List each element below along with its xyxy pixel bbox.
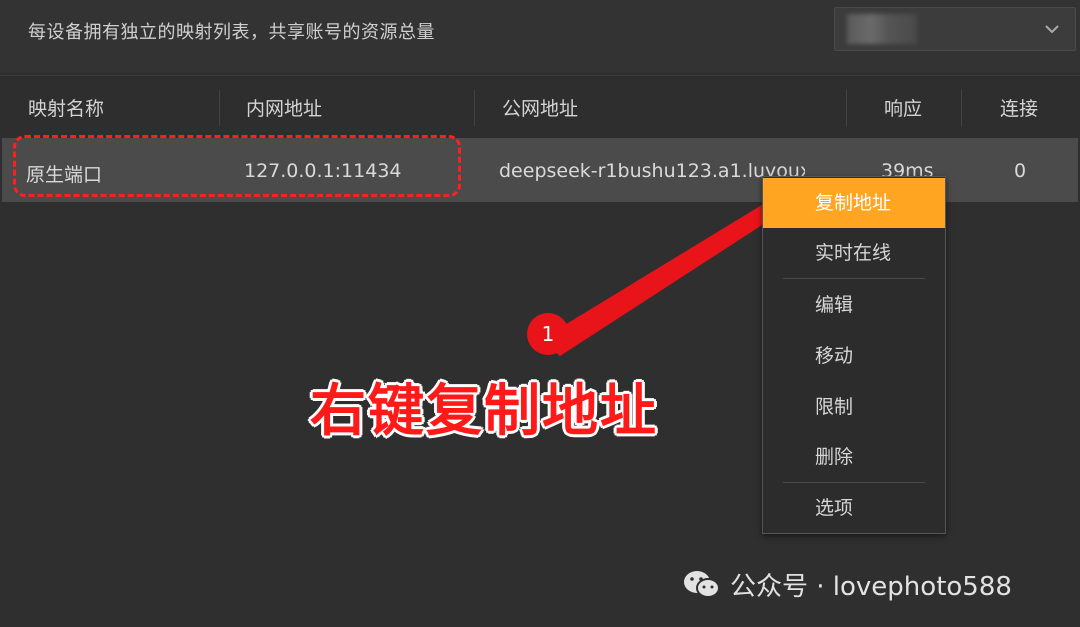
menu-item-copy-address[interactable]: 复制地址: [763, 178, 945, 228]
wechat-icon: [684, 570, 720, 598]
annotation-step-badge: 1: [527, 313, 569, 355]
annotation-label: 右键复制地址: [310, 379, 658, 444]
menu-item-delete[interactable]: 删除: [763, 432, 945, 482]
menu-item-realtime-online[interactable]: 实时在线: [763, 228, 945, 278]
menu-item-options[interactable]: 选项: [763, 483, 945, 533]
menu-item-edit[interactable]: 编辑: [763, 280, 945, 330]
menu-item-move[interactable]: 移动: [763, 331, 945, 381]
watermark: 公众号 · lovephoto588: [682, 566, 1012, 602]
menu-divider: [783, 278, 925, 279]
watermark-text: 公众号 · lovephoto588: [730, 572, 1012, 602]
menu-item-limit[interactable]: 限制: [763, 382, 945, 432]
context-menu: 复制地址 实时在线 编辑 移动 限制 删除 选项: [762, 176, 946, 534]
